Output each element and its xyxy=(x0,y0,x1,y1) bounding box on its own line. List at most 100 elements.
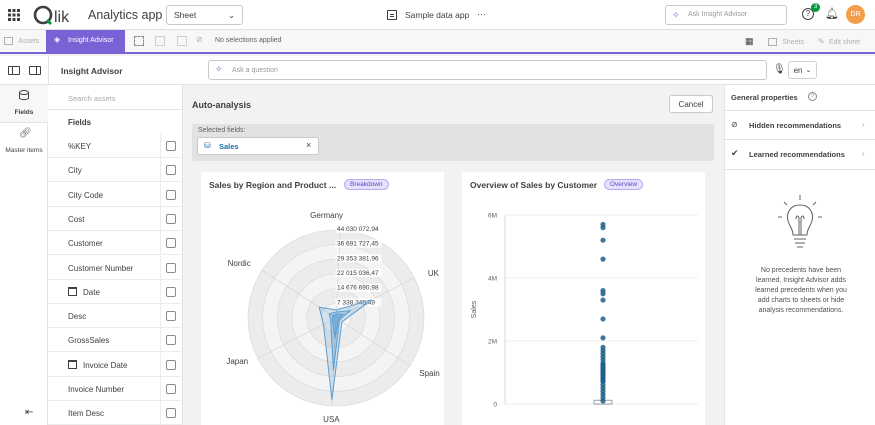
smart-search-icon[interactable] xyxy=(134,36,144,46)
field-checkbox-cell xyxy=(160,134,183,158)
sales-chip-label: Sales xyxy=(219,142,239,151)
link-icon: 🔗︎ xyxy=(19,128,32,139)
field-checkbox[interactable] xyxy=(166,311,176,322)
radar-tick-label: 22 015 036,47 xyxy=(337,270,379,277)
hidden-recommendations-label: Hidden recommendations xyxy=(749,121,842,130)
field-row[interactable]: Customer xyxy=(48,231,183,256)
ask-question-input[interactable]: ✧ Ask a question xyxy=(208,60,767,80)
field-checkbox[interactable] xyxy=(166,141,176,151)
field-checkbox[interactable] xyxy=(166,384,176,394)
app-name[interactable]: Sample data app xyxy=(405,10,469,20)
sheet-select[interactable]: Sheet ⌄ xyxy=(166,5,243,25)
avatar[interactable]: DR xyxy=(846,5,865,24)
info-icon[interactable]: ? xyxy=(808,92,817,101)
learned-recommendations-row[interactable]: ✔ Learned recommendations › xyxy=(725,140,875,170)
sheet-icon xyxy=(387,10,397,20)
step-back-icon[interactable] xyxy=(155,36,165,46)
right-panel-toggle-icon[interactable] xyxy=(29,66,41,75)
sheet-select-label: Sheet xyxy=(174,10,197,20)
y-tick-label: 6M xyxy=(488,213,497,220)
app-more-button[interactable]: ··· xyxy=(477,9,486,19)
edit-sheet-button[interactable]: ✎ Edit sheet xyxy=(818,37,860,46)
field-label: Item Desc xyxy=(68,409,105,419)
calendar-icon xyxy=(68,286,77,296)
grid-view-icon[interactable]: ▦ xyxy=(745,36,754,47)
field-checkbox-cell xyxy=(160,206,183,231)
box-chart-card[interactable]: Overview of Sales by Customer Overview 6… xyxy=(462,172,705,425)
field-checkbox[interactable] xyxy=(166,238,176,249)
step-forward-icon[interactable] xyxy=(177,36,187,46)
empty-state-text: No precedents have been learned. Insight… xyxy=(755,267,847,314)
breakdown-badge: Breakdown xyxy=(344,179,389,190)
sheets-label: Sheets xyxy=(782,39,805,46)
field-row[interactable]: Customer Number xyxy=(48,255,183,280)
microphone-icon[interactable]: 🎙︎ xyxy=(773,64,786,75)
qlik-logo-mark: lik xyxy=(33,5,70,26)
field-row[interactable]: GrossSales xyxy=(48,328,183,353)
fields-tab-label: Fields xyxy=(14,109,34,116)
search-assets-input[interactable]: Search assets xyxy=(48,85,183,110)
check-icon: ✔ xyxy=(731,148,739,158)
panel-icon xyxy=(4,36,13,45)
field-checkbox[interactable] xyxy=(166,359,176,370)
assets-panel: Search assets Fields %KEY City City Code Co… xyxy=(48,85,183,425)
bell-icon[interactable]: 🔔︎ xyxy=(825,7,839,20)
sales-chip[interactable]: ⛁ Sales × xyxy=(197,137,319,155)
box-chart: 6M 4M 2M 0 Sales xyxy=(471,213,698,409)
insight-search-placeholder: Ask Insight Advisor xyxy=(688,11,748,18)
field-checkbox[interactable] xyxy=(166,335,176,346)
field-label: City Code xyxy=(68,190,104,200)
insight-search-input[interactable]: ✧ Ask Insight Advisor xyxy=(665,5,787,25)
insight-advisor-button[interactable]: ◈ Insight Advisor xyxy=(46,30,125,52)
chevron-right-icon: › xyxy=(862,120,865,129)
data-point xyxy=(600,335,606,341)
overview-badge: Overview xyxy=(604,179,644,190)
radar-category-label: Japan xyxy=(226,357,248,366)
master-items-tab[interactable]: 🔗︎ Master items xyxy=(0,123,48,161)
left-panel-toggle-icon[interactable] xyxy=(8,66,20,75)
field-checkbox[interactable] xyxy=(166,213,176,224)
radar-tick-label: 29 353 381,96 xyxy=(337,255,379,262)
clear-selections-icon[interactable]: ⊘ xyxy=(196,35,203,44)
qlik-logo[interactable]: lik xyxy=(32,2,80,28)
collapse-panel-icon[interactable]: ⇤ xyxy=(25,407,33,418)
field-row[interactable]: Item Desc xyxy=(48,401,183,425)
sparkle-icon: ✧ xyxy=(672,10,680,20)
field-label: Invoice Number xyxy=(68,385,125,394)
field-row[interactable]: %KEY xyxy=(48,134,183,158)
field-checkbox[interactable] xyxy=(166,262,176,273)
field-row[interactable]: City xyxy=(48,158,183,183)
remove-chip-icon[interactable]: × xyxy=(306,140,311,150)
radar-chart-title: Sales by Region and Product ... xyxy=(209,180,337,190)
cancel-button[interactable]: Cancel xyxy=(669,95,713,113)
sheets-button[interactable]: Sheets xyxy=(768,37,804,46)
field-row[interactable]: Invoice Date xyxy=(48,352,183,377)
field-row[interactable]: Invoice Number xyxy=(48,377,183,401)
field-label: Invoice Date xyxy=(83,360,128,370)
fields-tab[interactable]: Fields xyxy=(0,85,48,123)
apps-menu-icon[interactable] xyxy=(8,9,20,21)
field-checkbox[interactable] xyxy=(166,408,176,419)
assets-button[interactable]: Assets xyxy=(4,36,39,45)
data-point xyxy=(600,398,606,404)
field-checkbox-cell xyxy=(160,377,183,401)
field-checkbox[interactable] xyxy=(166,286,176,297)
field-row[interactable]: Cost xyxy=(48,206,183,231)
radar-chart-card[interactable]: Sales by Region and Product ... Breakdow… xyxy=(201,172,444,425)
field-row[interactable]: Desc xyxy=(48,304,183,329)
field-checkbox-cell xyxy=(160,328,183,353)
field-checkbox[interactable] xyxy=(166,165,176,176)
hidden-recommendations-row[interactable]: ⊘ Hidden recommendations › xyxy=(725,110,875,140)
fields-header: Fields xyxy=(68,118,92,127)
field-checkbox[interactable] xyxy=(166,189,176,200)
lightbulb-icon xyxy=(778,195,822,248)
field-row[interactable]: Date xyxy=(48,279,183,304)
radar-category-label: USA xyxy=(323,415,340,424)
y-tick-label: 2M xyxy=(488,339,497,346)
language-select[interactable]: en ⌄ xyxy=(788,61,817,79)
insight-eye-icon: ◈ xyxy=(54,35,61,44)
field-row[interactable]: City Code xyxy=(48,182,183,207)
field-checkbox-cell xyxy=(160,279,183,304)
field-label: GrossSales xyxy=(68,336,110,346)
notification-count-badge: 3 xyxy=(811,3,820,12)
